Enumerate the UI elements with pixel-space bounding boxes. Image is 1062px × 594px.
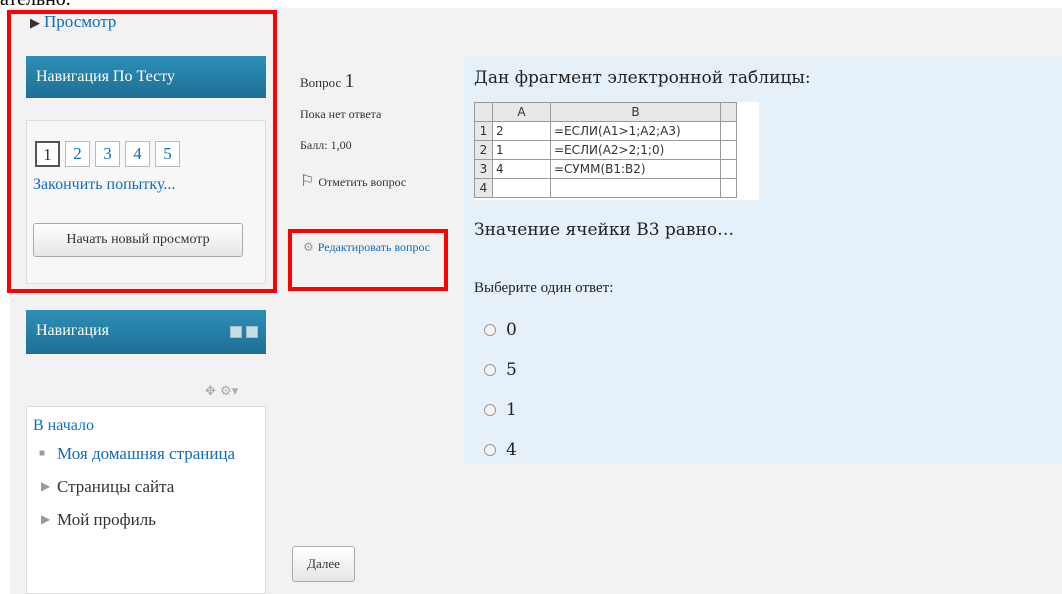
answer-label: 4 [506, 440, 517, 460]
nav-item-my-home[interactable]: ■ Моя домашняя страница [33, 443, 259, 466]
column-header: A [492, 102, 551, 122]
radio-button[interactable] [484, 364, 496, 376]
highlight-frame-quiz-nav [7, 10, 277, 293]
question-prompt: Дан фрагмент электронной таблицы: [474, 68, 811, 88]
answer-label: 1 [506, 400, 517, 420]
nav-item-my-profile[interactable]: ▶ Мой профиль [33, 509, 259, 532]
question-info: Вопрос 1 Пока нет ответа Балл: 1,00 ⚐ Отм… [300, 70, 450, 191]
table-row: 4 [474, 178, 737, 198]
flag-question-toggle[interactable]: ⚐ Отметить вопрос [300, 171, 450, 191]
nav-item-label: Моя домашняя страница [57, 444, 236, 463]
cell: 2 [492, 121, 551, 141]
radio-button[interactable] [484, 404, 496, 416]
row-header: 2 [474, 140, 493, 160]
bullet-icon: ■ [39, 448, 46, 459]
answer-option-3[interactable]: 1 [484, 390, 517, 430]
collapsed-arrow-icon: ▶ [41, 478, 51, 493]
radio-button[interactable] [484, 324, 496, 336]
cell [720, 140, 737, 160]
row-header: 4 [474, 178, 493, 198]
next-button[interactable]: Далее [292, 546, 355, 582]
question-grade: Балл: 1,00 [300, 138, 352, 152]
row-header: 1 [474, 121, 493, 141]
answer-option-4[interactable]: 4 [484, 430, 517, 470]
answer-options: 0 5 1 4 [484, 310, 517, 470]
question-content: Дан фрагмент электронной таблицы: A B 1 … [464, 56, 1062, 464]
cell [550, 178, 721, 198]
dock-icon[interactable] [246, 326, 258, 338]
minimize-icon[interactable] [230, 326, 242, 338]
table-row: 3 4 =СУММ(B1:B2) [474, 159, 737, 179]
question-text: Значение ячейки B3 равно… [474, 220, 735, 240]
spreadsheet-table: A B 1 2 =ЕСЛИ(A1>1;A2;A3) 2 1 =ЕСЛИ(A2>2… [474, 102, 737, 198]
column-header: B [550, 102, 721, 122]
block-controls [230, 326, 258, 338]
table-row: 2 1 =ЕСЛИ(A2>2;1;0) [474, 140, 737, 160]
nav-item-label: Страницы сайта [57, 476, 175, 496]
cell: =СУММ(B1:B2) [550, 159, 721, 179]
answer-option-2[interactable]: 5 [484, 350, 517, 390]
flag-icon: ⚐ [300, 173, 315, 190]
question-number: Вопрос 1 [300, 70, 450, 93]
highlight-frame-edit-question [288, 229, 448, 291]
move-icon[interactable]: ✥ [205, 384, 216, 399]
answer-option-1[interactable]: 0 [484, 310, 517, 350]
question-status: Пока нет ответа [300, 107, 382, 121]
cell: =ЕСЛИ(A1>1;A2;A3) [550, 121, 721, 141]
row-header: 3 [474, 159, 493, 179]
choose-one-label: Выберите один ответ: [474, 280, 614, 296]
cell [720, 159, 737, 179]
radio-button[interactable] [484, 444, 496, 456]
question-prefix: Вопрос [300, 75, 342, 90]
navigation-header: Навигация [26, 310, 266, 354]
navigation-tree: В начало ■ Моя домашняя страница ▶ Стран… [26, 406, 266, 594]
column-header [720, 102, 737, 122]
question-num: 1 [344, 70, 355, 92]
answer-label: 5 [506, 360, 517, 380]
cell: =ЕСЛИ(A2>2;1;0) [550, 140, 721, 160]
cell [720, 121, 737, 141]
nav-home-link[interactable]: В начало [33, 417, 259, 435]
cell [720, 178, 737, 198]
navigation-title: Навигация [36, 322, 109, 339]
spreadsheet-image: A B 1 2 =ЕСЛИ(A1>1;A2;A3) 2 1 =ЕСЛИ(A2>2… [474, 102, 759, 200]
gear-icon[interactable]: ⚙▾ [220, 384, 238, 399]
nav-item-label: Мой профиль [57, 509, 156, 529]
cell: 4 [492, 159, 551, 179]
table-row: 1 2 =ЕСЛИ(A1>1;A2;A3) [474, 121, 737, 141]
nav-item-site-pages[interactable]: ▶ Страницы сайта [33, 476, 259, 499]
block-actions: ✥ ⚙▾ [205, 384, 238, 399]
corner-cell [474, 102, 493, 122]
cell: 1 [492, 140, 551, 160]
answer-label: 0 [506, 320, 517, 340]
cell [492, 178, 551, 198]
flag-label: Отметить вопрос [318, 175, 407, 189]
collapsed-arrow-icon: ▶ [41, 511, 51, 526]
